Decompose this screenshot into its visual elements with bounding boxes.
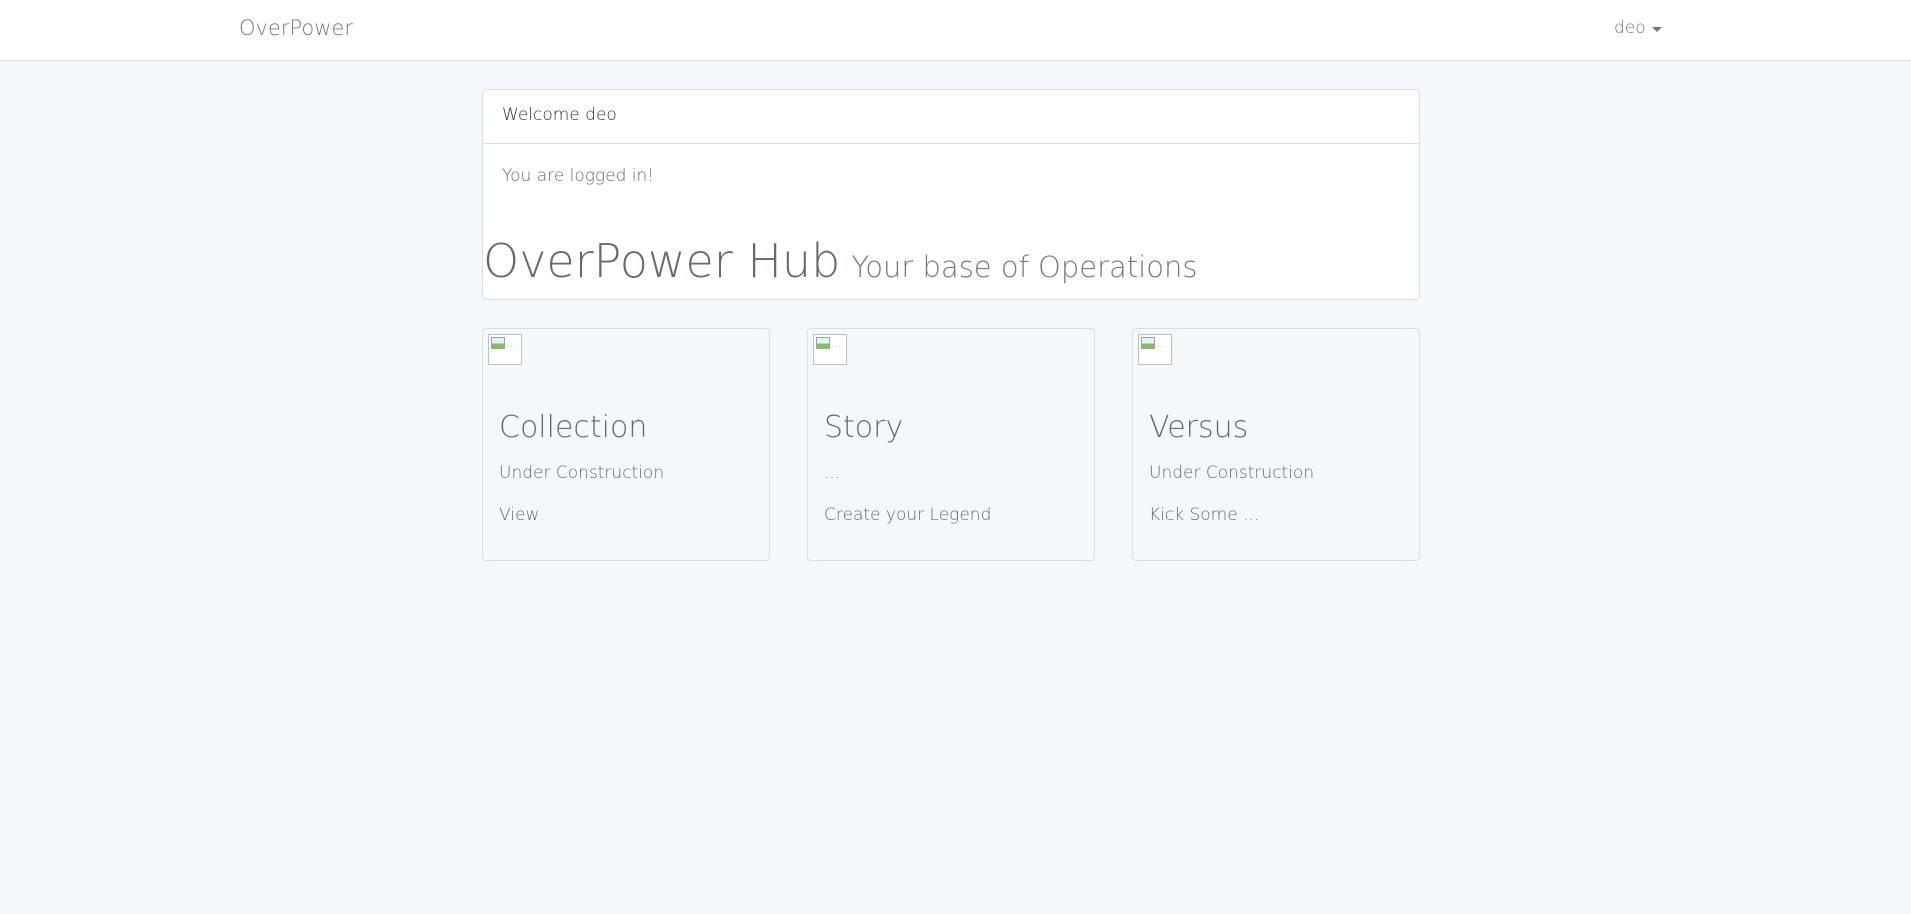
card-link-create-legend[interactable]: Create your Legend [824, 505, 991, 525]
image-alt-text: ... [1156, 337, 1167, 350]
broken-image-icon [491, 337, 505, 349]
card-collection: ... Collection Under Construction View [482, 328, 770, 561]
brand-link[interactable]: OverPower [239, 16, 353, 40]
welcome-panel: Welcome deo You are logged in! OverPower… [482, 89, 1420, 300]
user-name: deo [1614, 18, 1646, 38]
hub-subtitle: Your base of Operations [851, 250, 1198, 284]
card-description: Under Construction [1149, 463, 1315, 483]
broken-image-icon [816, 337, 830, 349]
panel-body: You are logged in! [502, 166, 655, 186]
card-title: Versus [1149, 410, 1249, 445]
card-link-view[interactable]: View [499, 505, 539, 525]
panel-heading: Welcome deo [483, 90, 1419, 144]
image-alt-text: ... [506, 337, 517, 350]
card-link-kick-some[interactable]: Kick Some ... [1149, 505, 1259, 525]
hub-title: OverPower Hub [483, 234, 841, 288]
card-description: Under Construction [499, 463, 665, 483]
card-image: ... [813, 334, 847, 365]
card-image: ... [1138, 334, 1172, 365]
card-versus: ... Versus Under Construction Kick Some … [1132, 328, 1420, 561]
card-image: ... [488, 334, 522, 365]
user-dropdown[interactable]: deo [1614, 18, 1662, 38]
image-alt-text: ... [831, 337, 842, 350]
broken-image-icon [1141, 337, 1155, 349]
caret-down-icon [1651, 26, 1662, 32]
card-description: ... [824, 463, 841, 483]
card-story: ... Story ... Create your Legend [807, 328, 1095, 561]
hub-heading: OverPower Hub Your base of Operations [483, 234, 1197, 288]
card-title: Collection [499, 410, 648, 445]
card-title: Story [824, 410, 904, 445]
navbar: OverPower deo [0, 0, 1911, 61]
